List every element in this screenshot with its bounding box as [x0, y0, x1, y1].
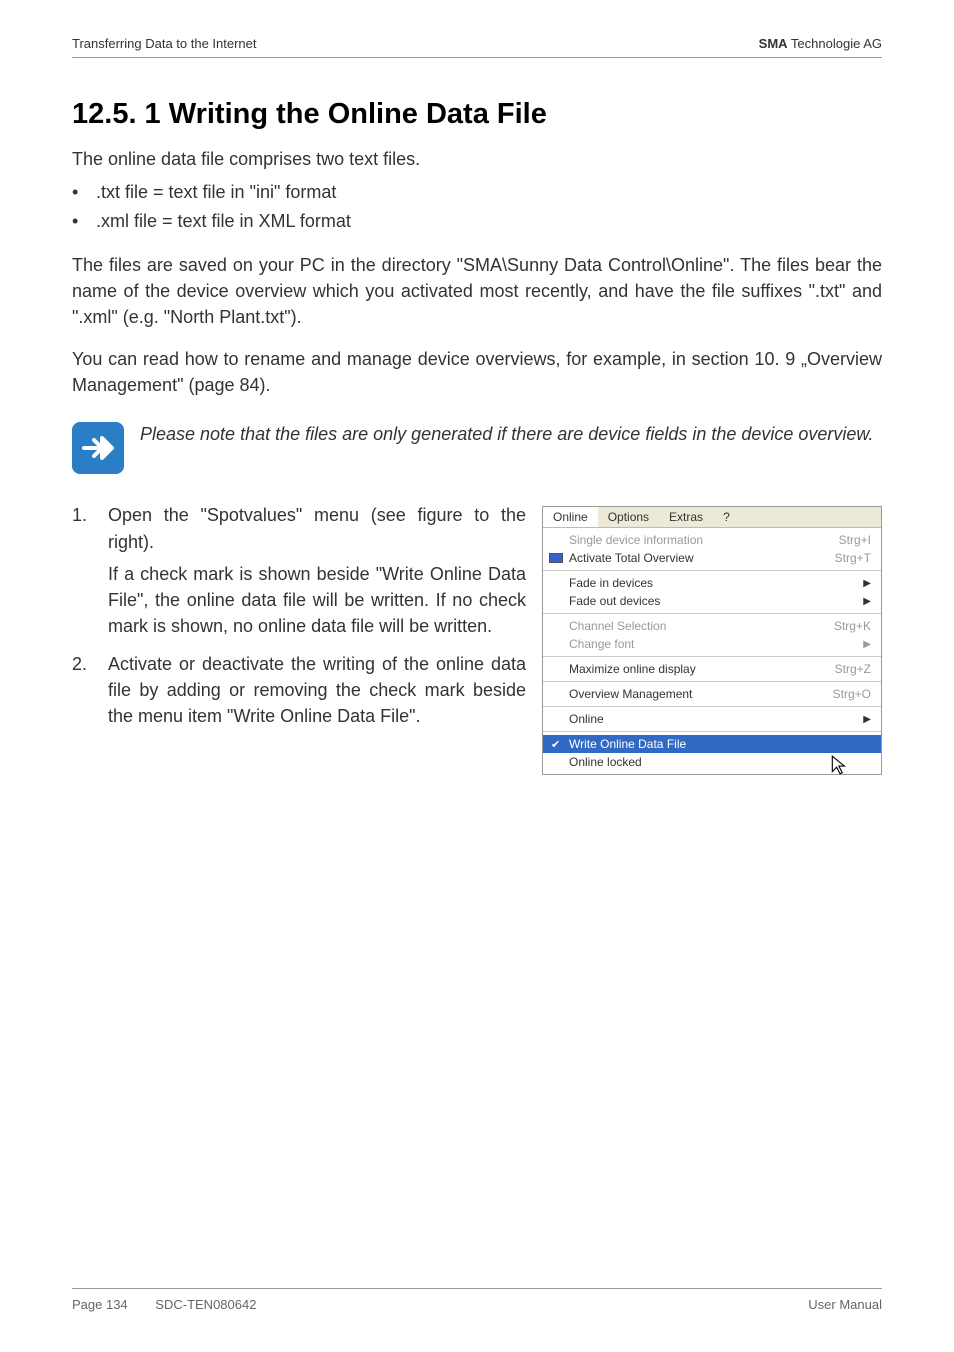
submenu-arrow-icon: ▶	[863, 714, 871, 725]
header-company-bold: SMA	[759, 36, 788, 51]
menu-item-label: Online	[569, 712, 604, 726]
menu-item-shortcut: Strg+K	[834, 619, 871, 633]
menu-item-shortcut: Strg+Z	[835, 662, 871, 676]
footer-code: SDC-TEN080642	[155, 1297, 256, 1312]
menu-section: Channel Selection Strg+K Change font ▶	[543, 614, 881, 657]
menu-item-label: Write Online Data File	[569, 737, 686, 751]
menu-section: Overview Management Strg+O	[543, 682, 881, 707]
menu-tab-help[interactable]: ?	[713, 507, 740, 527]
submenu-arrow-icon: ▶	[863, 596, 871, 607]
menu-item-single-device: Single device information Strg+I	[543, 531, 881, 549]
list-item: Activate or deactivate the writing of th…	[72, 651, 526, 729]
footer-right: User Manual	[808, 1297, 882, 1312]
menu-tab-extras[interactable]: Extras	[659, 507, 713, 527]
menu-item-label: Channel Selection	[569, 619, 666, 633]
list-item: Open the "Spotvalues" menu (see figure t…	[72, 502, 526, 638]
menu-tab-options[interactable]: Options	[598, 507, 659, 527]
footer-left: Page 134 SDC-TEN080642	[72, 1297, 256, 1312]
page-footer: Page 134 SDC-TEN080642 User Manual	[72, 1288, 882, 1312]
menu-item-maximize[interactable]: Maximize online display Strg+Z	[543, 660, 881, 678]
page-header: Transferring Data to the Internet SMA Te…	[72, 36, 882, 51]
submenu-arrow-icon: ▶	[863, 578, 871, 589]
paragraph-2: You can read how to rename and manage de…	[72, 346, 882, 398]
note-block: Please note that the files are only gene…	[72, 422, 882, 474]
menu-section: Fade in devices ▶ Fade out devices ▶	[543, 571, 881, 614]
menu-item-shortcut: Strg+I	[839, 533, 871, 547]
menu-tabs: Online Options Extras ?	[543, 507, 881, 528]
content-row: Open the "Spotvalues" menu (see figure t…	[72, 502, 882, 775]
menu-item-label: Maximize online display	[569, 662, 696, 676]
step-1-sub: If a check mark is shown beside "Write O…	[108, 561, 526, 639]
bullet-item: .xml file = text file in XML format	[96, 211, 882, 232]
menu-item-label: Fade in devices	[569, 576, 653, 590]
menu-section: Maximize online display Strg+Z	[543, 657, 881, 682]
menu-item-label: Online locked	[569, 755, 642, 769]
header-left-text: Transferring Data to the Internet	[72, 36, 257, 51]
step-1-main: Open the "Spotvalues" menu (see figure t…	[108, 505, 526, 551]
arrow-note-icon	[72, 422, 124, 474]
menu-section: ✔ Write Online Data File Online locked	[543, 732, 881, 774]
menu-item-channel-selection: Channel Selection Strg+K	[543, 617, 881, 635]
section-title: 12.5. 1 Writing the Online Data File	[72, 98, 882, 131]
step-2-main: Activate or deactivate the writing of th…	[108, 654, 526, 726]
menu-item-fade-out[interactable]: Fade out devices ▶	[543, 592, 881, 610]
menu-item-label: Single device information	[569, 533, 703, 547]
menu-item-online[interactable]: Online ▶	[543, 710, 881, 728]
menu-item-write-online-data-file[interactable]: ✔ Write Online Data File	[543, 735, 881, 753]
menu-item-label: Fade out devices	[569, 594, 660, 608]
menu-item-activate-overview[interactable]: Activate Total Overview Strg+T	[543, 549, 881, 567]
menu-item-shortcut: Strg+O	[833, 687, 871, 701]
bullet-list: .txt file = text file in "ini" format .x…	[72, 182, 882, 232]
menu-item-overview-management[interactable]: Overview Management Strg+O	[543, 685, 881, 703]
menu-item-label: Change font	[569, 637, 634, 651]
menu-item-fade-in[interactable]: Fade in devices ▶	[543, 574, 881, 592]
note-text: Please note that the files are only gene…	[140, 422, 873, 447]
check-icon: ✔	[551, 738, 560, 751]
paragraph-1: The files are saved on your PC in the di…	[72, 252, 882, 330]
menu-tab-online[interactable]: Online	[543, 507, 598, 527]
submenu-arrow-icon: ▶	[863, 639, 871, 650]
header-rule	[72, 57, 882, 58]
menu-section: Single device information Strg+I Activat…	[543, 528, 881, 571]
bullet-item: .txt file = text file in "ini" format	[96, 182, 882, 203]
menu-item-change-font: Change font ▶	[543, 635, 881, 653]
menu-item-label: Overview Management	[569, 687, 692, 701]
header-company-rest: Technologie AG	[788, 36, 882, 51]
cursor-icon	[829, 754, 851, 776]
numbered-list: Open the "Spotvalues" menu (see figure t…	[72, 502, 526, 741]
menu-section: Online ▶	[543, 707, 881, 732]
menu-item-label: Activate Total Overview	[569, 551, 694, 565]
header-right-text: SMA Technologie AG	[759, 36, 882, 51]
intro-paragraph: The online data file comprises two text …	[72, 149, 882, 170]
overview-icon	[549, 553, 563, 563]
footer-page: Page 134	[72, 1297, 128, 1312]
menu-figure: Online Options Extras ? Single device in…	[542, 506, 882, 775]
menu-item-shortcut: Strg+T	[835, 551, 871, 565]
